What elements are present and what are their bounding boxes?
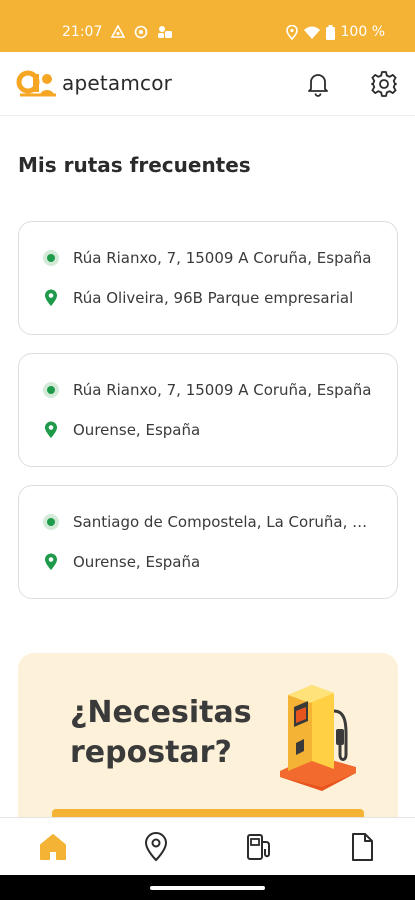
battery-icon [325, 24, 335, 40]
home-icon [40, 834, 66, 860]
notifications-button[interactable] [302, 68, 334, 100]
sync-icon [111, 25, 126, 38]
route-destination-row: Ourense, España [43, 553, 379, 571]
location-icon [285, 24, 298, 40]
system-nav-bar [0, 875, 415, 900]
nav-map[interactable] [139, 830, 173, 864]
bell-icon [308, 74, 328, 97]
main-content[interactable]: Mis rutas frecuentes Rúa Rianxo, 7, 1500… [0, 117, 415, 817]
fuel-pump-icon [247, 834, 270, 860]
route-card[interactable]: Rúa Rianxo, 7, 15009 A Coruña, España Rú… [18, 221, 398, 335]
home-indicator[interactable] [150, 886, 265, 890]
document-icon [352, 833, 373, 861]
bottom-nav [0, 817, 415, 875]
route-origin-row: Santiago de Compostela, La Coruña, Españ… [43, 513, 379, 531]
promo-title: ¿Necesitas repostar? [70, 695, 252, 770]
status-time: 21:07 [62, 24, 103, 40]
app-logo[interactable]: apetamcor [16, 68, 172, 98]
route-origin: Rúa Rianxo, 7, 15009 A Coruña, España [73, 249, 372, 267]
destination-pin-icon [45, 421, 57, 438]
status-left: 21:07 [62, 23, 173, 41]
route-origin: Santiago de Compostela, La Coruña, Españ… [73, 513, 373, 531]
route-origin-row: Rúa Rianxo, 7, 15009 A Coruña, España [43, 249, 379, 267]
route-origin-row: Rúa Rianxo, 7, 15009 A Coruña, España [43, 381, 379, 399]
route-card[interactable]: Santiago de Compostela, La Coruña, Españ… [18, 485, 398, 599]
nav-fuel[interactable] [242, 830, 276, 864]
settings-button[interactable] [368, 68, 400, 100]
origin-dot-icon [43, 250, 59, 266]
app-header: apetamcor [0, 52, 415, 116]
route-destination: Ourense, España [73, 421, 201, 439]
origin-dot-icon [43, 514, 59, 530]
route-destination: Ourense, España [73, 553, 201, 571]
fuel-pump-illustration [280, 685, 356, 791]
map-pin-icon [144, 832, 168, 862]
wifi-icon [303, 26, 320, 39]
status-right: 100 % [285, 23, 385, 41]
section-title: Mis rutas frecuentes [18, 153, 251, 177]
origin-dot-icon [43, 382, 59, 398]
route-destination: Rúa Oliveira, 96B Parque empresarial [73, 289, 354, 307]
target-icon [135, 25, 148, 39]
logo-mark-icon [16, 70, 56, 97]
promo-action-button[interactable] [52, 809, 364, 817]
route-origin: Rúa Rianxo, 7, 15009 A Coruña, España [73, 381, 372, 399]
battery-level: 100 % [340, 24, 385, 40]
nav-documents[interactable] [345, 830, 379, 864]
route-destination-row: Ourense, España [43, 421, 379, 439]
status-bar: 21:07 100 % [0, 0, 415, 52]
destination-pin-icon [45, 289, 57, 306]
gear-icon [371, 71, 397, 97]
route-destination-row: Rúa Oliveira, 96B Parque empresarial [43, 289, 379, 307]
refuel-promo-card[interactable]: ¿Necesitas repostar? [18, 653, 398, 817]
destination-pin-icon [45, 553, 57, 570]
route-card[interactable]: Rúa Rianxo, 7, 15009 A Coruña, España Ou… [18, 353, 398, 467]
logo-text: apetamcor [62, 71, 173, 95]
app-icon [158, 26, 173, 38]
nav-home[interactable] [36, 830, 70, 864]
